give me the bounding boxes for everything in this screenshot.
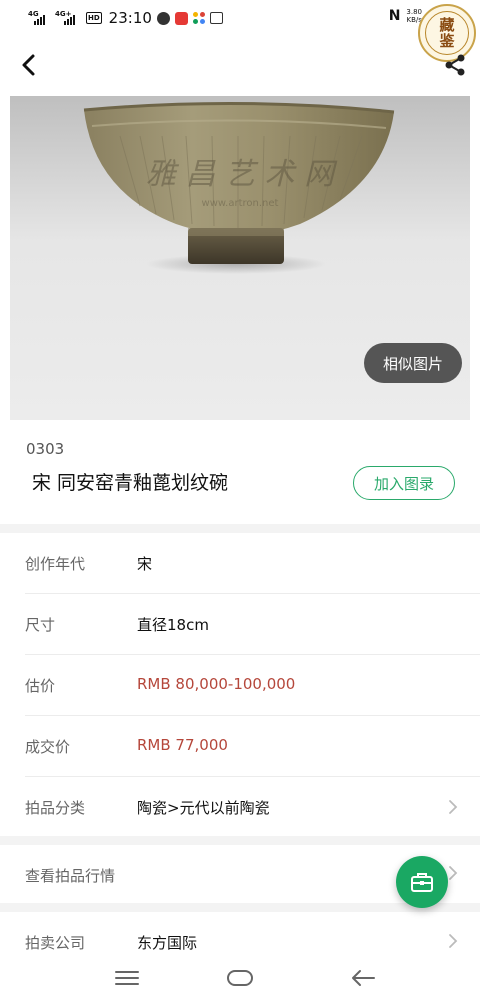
detail-row-size: 尺寸 直径18cm xyxy=(0,594,480,655)
detail-label: 成交价 xyxy=(25,738,71,756)
chevron-right-icon xyxy=(449,800,458,814)
item-photo[interactable]: 雅 昌 艺 术 网 www.artron.net 相似图片 xyxy=(0,96,480,420)
detail-value: 直径18cm xyxy=(137,616,209,634)
item-title: 宋 同安窑青釉蓖划纹碗 xyxy=(32,472,229,494)
chevron-left-icon xyxy=(22,54,35,76)
detail-row-estimate: 估价 RMB 80,000-100,000 xyxy=(0,655,480,716)
estimate-price: RMB 80,000-100,000 xyxy=(137,675,296,693)
calendar-icon xyxy=(209,12,223,24)
svg-text:雅 昌 艺 术 网: 雅 昌 艺 术 网 xyxy=(146,157,338,192)
app-notification-icon xyxy=(174,11,188,25)
company-name[interactable]: 东方国际 xyxy=(137,932,197,953)
briefcase-fab-button[interactable] xyxy=(396,856,448,908)
system-nav-bar xyxy=(0,955,480,1003)
svg-text:www.artron.net: www.artron.net xyxy=(202,198,279,209)
nfc-icon: N xyxy=(388,8,401,24)
detail-row-era: 创作年代 宋 xyxy=(0,533,480,594)
hammer-price: RMB 77,000 xyxy=(137,736,228,754)
top-header: 藏 鉴 xyxy=(0,4,480,96)
page: 4G 4G+ HD 23:10 N 3.80 KB/s 藏 鉴 雅 昌 艺 术 … xyxy=(0,0,480,1003)
hd-icon: HD xyxy=(86,12,102,24)
detail-label: 拍品分类 xyxy=(25,799,86,817)
detail-value: 宋 xyxy=(137,555,153,573)
back-button[interactable] xyxy=(14,48,44,82)
signal-icon-2: 4G+ xyxy=(55,10,81,25)
status-bar: 4G 4G+ HD 23:10 N 3.80 KB/s xyxy=(0,0,480,34)
clock: 23:10 xyxy=(108,9,152,27)
detail-row-hammer-price: 成交价 RMB 77,000 xyxy=(0,716,480,777)
add-to-catalog-button[interactable]: 加入图录 xyxy=(353,466,455,500)
back-arrow-icon[interactable] xyxy=(348,965,378,991)
item-title-section: 0303 宋 同安窑青釉蓖划纹碗 加入图录 xyxy=(0,420,480,524)
chevron-right-icon xyxy=(449,934,458,948)
view-market-label: 查看拍品行情 xyxy=(25,867,116,885)
similar-images-button[interactable]: 相似图片 xyxy=(364,343,462,383)
home-icon[interactable] xyxy=(225,965,255,991)
share-button[interactable] xyxy=(442,52,468,78)
detail-label: 尺寸 xyxy=(25,616,56,634)
company-label: 拍卖公司 xyxy=(25,934,86,952)
signal-icon: 4G xyxy=(28,10,50,25)
item-details: 创作年代 宋 尺寸 直径18cm 估价 RMB 80,000-100,000 成… xyxy=(0,533,480,836)
briefcase-icon xyxy=(411,873,433,892)
detail-label: 估价 xyxy=(25,677,56,695)
detail-row-category[interactable]: 拍品分类 陶瓷>元代以前陶瓷 xyxy=(0,777,480,838)
detail-label: 创作年代 xyxy=(25,555,86,573)
menu-icon[interactable] xyxy=(112,965,142,991)
chevron-right-icon xyxy=(449,866,458,880)
share-icon xyxy=(445,54,465,76)
message-icon xyxy=(156,11,170,25)
colorful-app-icon xyxy=(192,12,205,24)
lot-number: 0303 xyxy=(26,440,65,458)
category-link[interactable]: 陶瓷>元代以前陶瓷 xyxy=(137,797,270,818)
